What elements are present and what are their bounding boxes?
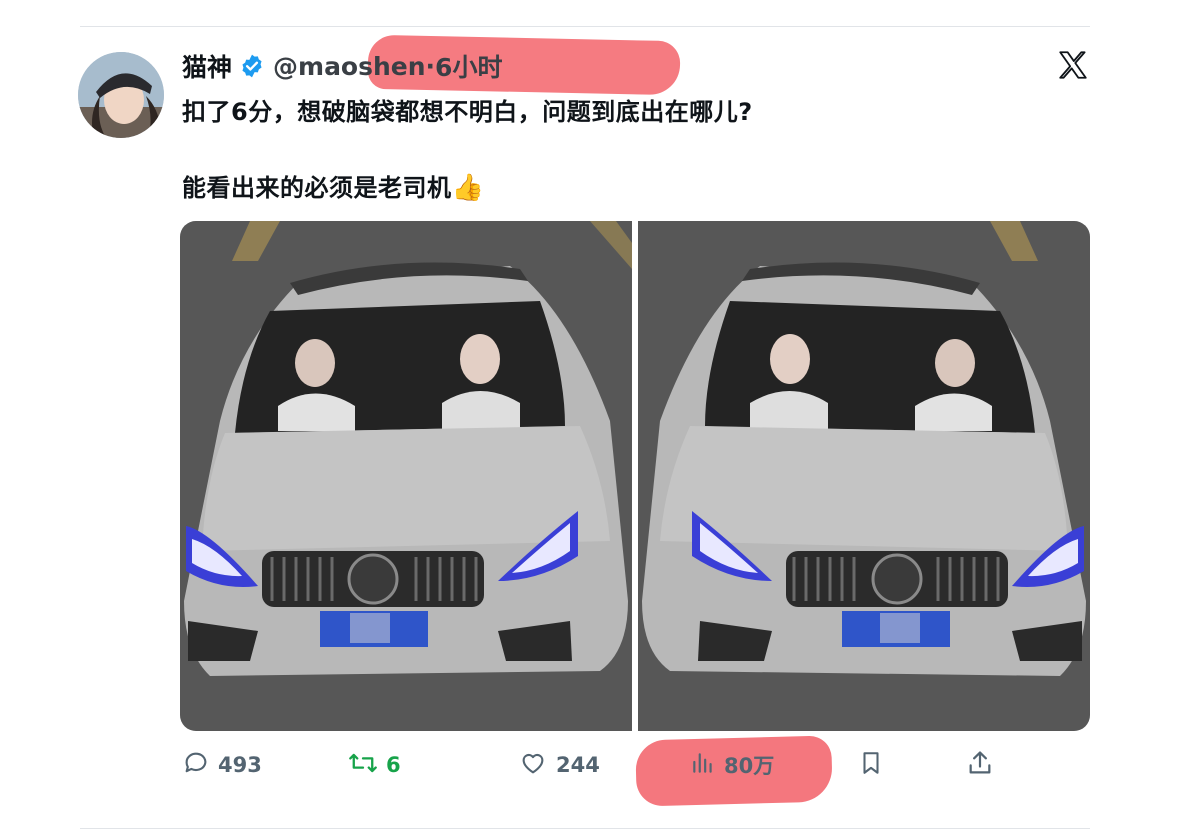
reply-button[interactable]: 493 bbox=[182, 748, 262, 782]
bookmark-button[interactable] bbox=[858, 748, 884, 782]
tweet-header: 猫神 @maoshen · 6小时 bbox=[182, 48, 502, 84]
share-button[interactable] bbox=[966, 748, 994, 782]
action-bar: 493 6 244 80万 bbox=[0, 748, 1200, 782]
avatar[interactable] bbox=[78, 52, 164, 138]
timestamp[interactable]: 6小时 bbox=[435, 48, 502, 84]
views-bar-chart-icon bbox=[690, 750, 716, 781]
car-photo-right[interactable] bbox=[638, 221, 1090, 731]
top-divider bbox=[80, 26, 1090, 27]
heart-icon bbox=[518, 749, 548, 782]
bookmark-icon bbox=[858, 749, 884, 782]
bottom-divider bbox=[80, 828, 1090, 829]
x-logo-icon[interactable] bbox=[1056, 48, 1090, 82]
reply-icon bbox=[182, 749, 210, 782]
retweet-button[interactable]: 6 bbox=[348, 748, 401, 782]
thumbs-up-emoji: 👍 bbox=[451, 173, 485, 203]
user-handle[interactable]: @maoshen bbox=[273, 52, 426, 81]
tweet-text-line2: 能看出来的必须是老司机👍 bbox=[182, 168, 484, 203]
tweet-text-line2-body: 能看出来的必须是老司机 bbox=[182, 174, 452, 202]
retweet-icon bbox=[348, 749, 378, 782]
like-count: 244 bbox=[556, 753, 600, 777]
display-name[interactable]: 猫神 bbox=[182, 48, 232, 84]
tweet-text-line1: 扣了6分，想破脑袋都想不明白，问题到底出在哪儿? bbox=[182, 98, 753, 126]
reply-count: 493 bbox=[218, 753, 262, 777]
verified-badge-icon bbox=[239, 53, 265, 79]
share-icon bbox=[966, 749, 994, 782]
separator-dot: · bbox=[425, 51, 436, 81]
car-photo-left[interactable] bbox=[180, 221, 632, 731]
tweet-media[interactable] bbox=[180, 221, 1090, 731]
view-count: 80万 bbox=[724, 754, 775, 778]
retweet-count: 6 bbox=[386, 753, 401, 777]
views-button[interactable]: 80万 bbox=[690, 748, 774, 782]
like-button[interactable]: 244 bbox=[518, 748, 600, 782]
